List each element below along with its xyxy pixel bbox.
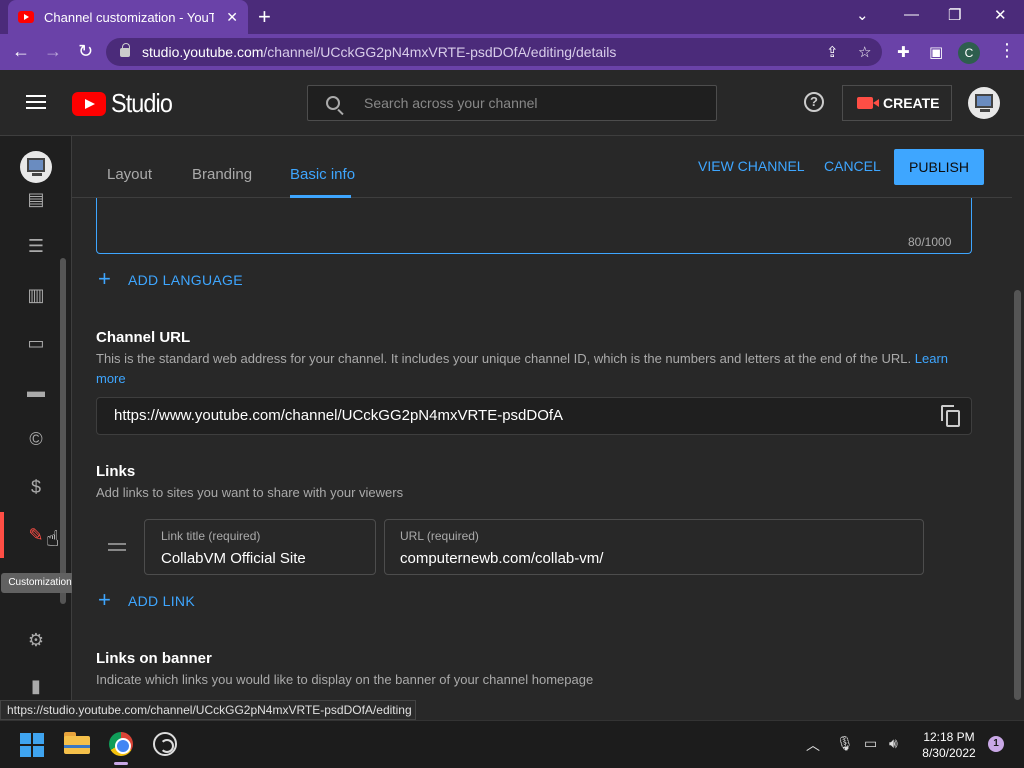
microphone-icon[interactable]: 🎙︎ bbox=[836, 735, 854, 752]
account-avatar[interactable] bbox=[968, 87, 1000, 119]
channel-url-value[interactable]: https://www.youtube.com/channel/UCckGG2p… bbox=[114, 407, 563, 424]
address-url[interactable]: studio.youtube.com/channel/UCckGG2pN4mxV… bbox=[142, 44, 616, 60]
obs-studio-icon[interactable] bbox=[153, 732, 177, 756]
url-host: studio.youtube.com bbox=[142, 44, 264, 60]
help-icon[interactable]: ? bbox=[804, 92, 824, 112]
notification-badge[interactable]: 1 bbox=[988, 736, 1004, 752]
clock-time: 12:18 PM bbox=[923, 730, 975, 744]
computer-avatar-icon bbox=[27, 158, 45, 176]
customization-tooltip: Customization bbox=[1, 573, 79, 593]
back-arrow-icon[interactable]: ← bbox=[12, 41, 30, 62]
volume-icon[interactable]: 🔊︎ bbox=[889, 735, 898, 752]
add-language-button[interactable]: ADD LANGUAGE bbox=[128, 272, 243, 288]
view-channel-button[interactable]: VIEW CHANNEL bbox=[698, 158, 805, 174]
extensions-puzzle-icon[interactable]: ✚ bbox=[897, 43, 910, 61]
subtitles-icon[interactable]: ▬ bbox=[24, 379, 48, 403]
links-on-banner-title: Links on banner bbox=[96, 650, 212, 667]
youtube-logo-icon[interactable] bbox=[72, 92, 106, 116]
copy-icon[interactable] bbox=[941, 405, 961, 427]
side-panel-icon[interactable]: ▣ bbox=[929, 43, 943, 61]
restore-icon[interactable]: ❐ bbox=[948, 6, 961, 24]
address-bar[interactable]: studio.youtube.com/channel/UCckGG2pN4mxV… bbox=[106, 38, 882, 66]
tab-title: Channel customization - YouTube Studio bbox=[44, 9, 214, 25]
youtube-favicon-icon bbox=[18, 11, 34, 23]
channel-search[interactable] bbox=[307, 85, 717, 121]
tray-chevron-up-icon[interactable]: ︿ bbox=[806, 735, 820, 755]
chrome-icon[interactable] bbox=[109, 732, 133, 756]
create-label: CREATE bbox=[883, 95, 940, 111]
search-icon bbox=[326, 96, 340, 110]
links-on-banner-description: Indicate which links you would like to d… bbox=[96, 672, 594, 687]
settings-gear-icon[interactable]: ⚙ bbox=[24, 628, 48, 652]
main-scrollbar[interactable] bbox=[1014, 290, 1021, 700]
forward-arrow-icon[interactable]: → bbox=[44, 41, 62, 62]
tab-layout[interactable]: Layout bbox=[107, 166, 152, 183]
publish-button[interactable]: PUBLISH bbox=[894, 149, 984, 185]
link-url-label: URL (required) bbox=[400, 529, 479, 543]
links-description: Add links to sites you want to share wit… bbox=[96, 485, 404, 500]
computer-avatar-icon bbox=[975, 94, 993, 112]
drag-handle-icon[interactable] bbox=[108, 543, 126, 551]
description-char-count: 80/1000 bbox=[908, 235, 952, 249]
tab-basic-info[interactable]: Basic info bbox=[290, 166, 355, 183]
channel-url-desc-text: This is the standard web address for you… bbox=[96, 351, 912, 366]
taskbar-clock[interactable]: 12:18 PM 8/30/2022 bbox=[918, 729, 980, 761]
link-title-input[interactable]: CollabVM Official Site bbox=[161, 550, 306, 567]
minimize-icon[interactable]: — bbox=[904, 6, 919, 23]
analytics-icon[interactable]: ▥ bbox=[24, 283, 48, 307]
description-textarea[interactable] bbox=[96, 198, 972, 254]
copyright-icon[interactable]: © bbox=[24, 427, 48, 451]
tab-search-chevron-icon[interactable]: ⌄ bbox=[856, 6, 869, 24]
reload-icon[interactable]: ↻ bbox=[78, 41, 93, 62]
new-tab-button[interactable]: + bbox=[258, 4, 271, 30]
monetization-dollar-icon[interactable]: $ bbox=[24, 475, 48, 499]
comments-icon[interactable]: ▭ bbox=[24, 331, 48, 355]
network-icon[interactable]: ▭ bbox=[864, 735, 877, 752]
create-button[interactable]: CREATE bbox=[842, 85, 952, 121]
link-url-input[interactable]: computernewb.com/collab-vm/ bbox=[400, 550, 603, 567]
channel-url-description: This is the standard web address for you… bbox=[96, 349, 956, 369]
learn-more-link-cont[interactable]: more bbox=[96, 369, 126, 389]
profile-avatar[interactable]: C bbox=[958, 42, 980, 64]
browser-menu-icon[interactable]: ⋮ bbox=[998, 40, 1016, 61]
studio-logo-text[interactable]: Studio bbox=[111, 88, 173, 119]
file-explorer-icon[interactable] bbox=[64, 732, 90, 754]
windows-start-icon[interactable] bbox=[20, 733, 44, 757]
plus-icon[interactable]: + bbox=[98, 587, 111, 613]
share-icon[interactable]: ⇪ bbox=[826, 43, 839, 61]
channel-url-title: Channel URL bbox=[96, 329, 191, 346]
add-link-button[interactable]: ADD LINK bbox=[128, 593, 195, 609]
feedback-icon[interactable]: ▮ bbox=[24, 676, 48, 696]
tab-branding[interactable]: Branding bbox=[192, 166, 252, 183]
bookmark-star-icon[interactable]: ☆ bbox=[858, 43, 871, 61]
search-input[interactable] bbox=[364, 95, 694, 111]
plus-icon[interactable]: + bbox=[98, 266, 111, 292]
browser-tab[interactable]: Channel customization - YouTube Studio ✕ bbox=[8, 0, 248, 34]
active-tab-underline bbox=[290, 195, 351, 198]
customization-wand-icon[interactable]: ✎ bbox=[24, 523, 48, 547]
video-camera-icon bbox=[857, 97, 879, 109]
content-videos-icon[interactable]: ▤ bbox=[24, 190, 48, 208]
clock-date: 8/30/2022 bbox=[922, 746, 976, 760]
channel-avatar[interactable] bbox=[20, 151, 52, 183]
close-window-icon[interactable]: ✕ bbox=[994, 6, 1007, 24]
active-indicator bbox=[0, 512, 4, 558]
sidebar-scrollbar[interactable] bbox=[60, 258, 66, 604]
url-path: /channel/UCckGG2pN4mxVRTE-psdDOfA/editin… bbox=[263, 44, 617, 60]
learn-more-link-more[interactable]: more bbox=[96, 371, 126, 386]
learn-more-link[interactable]: Learn bbox=[915, 351, 948, 366]
link-title-label: Link title (required) bbox=[161, 529, 261, 543]
lock-icon[interactable] bbox=[120, 42, 130, 57]
close-tab-icon[interactable]: ✕ bbox=[226, 9, 238, 26]
links-title: Links bbox=[96, 463, 136, 480]
link-status-bar: https://studio.youtube.com/channel/UCckG… bbox=[0, 700, 416, 720]
cancel-button[interactable]: CANCEL bbox=[824, 158, 881, 174]
chrome-active-indicator bbox=[114, 762, 128, 765]
playlists-icon[interactable]: ☰ bbox=[24, 234, 48, 258]
hamburger-menu-icon[interactable] bbox=[26, 95, 46, 109]
hand-cursor-icon: ☝ bbox=[46, 526, 60, 551]
